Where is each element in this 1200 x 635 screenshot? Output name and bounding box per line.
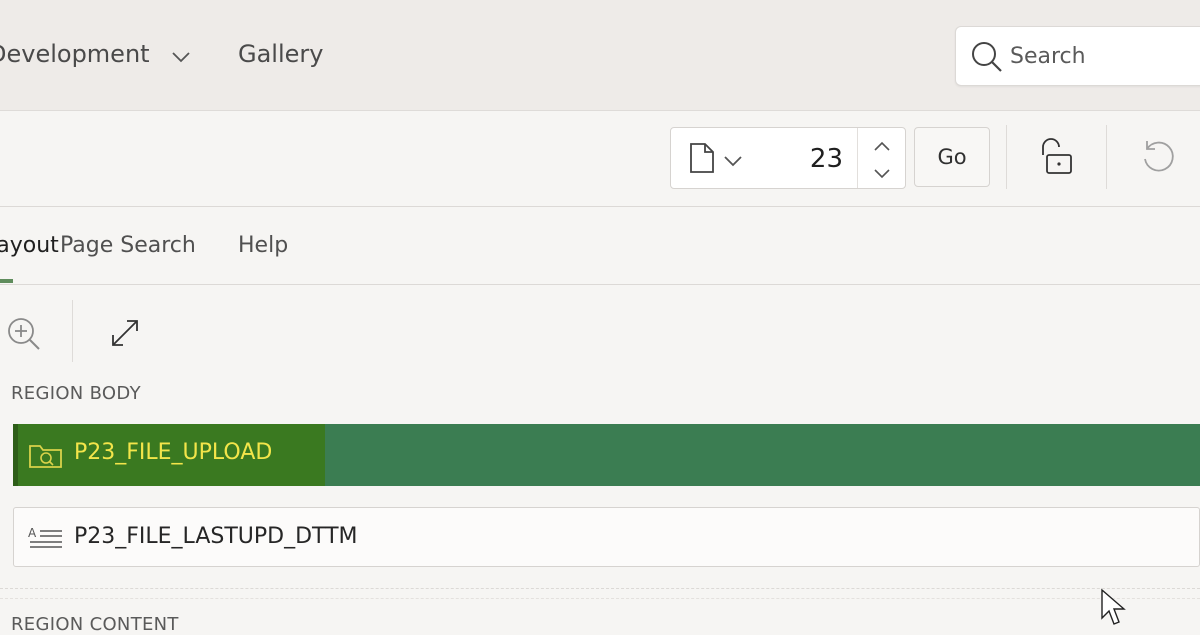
tab-layout[interactable]: Layout <box>0 233 59 258</box>
nav-development-label: Development <box>0 40 150 68</box>
region-body-label: REGION BODY <box>11 383 141 404</box>
nav-menu-development[interactable]: Development <box>0 40 191 69</box>
page-number-stepper[interactable] <box>857 128 906 188</box>
undo-button[interactable] <box>1132 133 1186 183</box>
zoom-in-icon <box>6 318 42 356</box>
top-navigation-bar: Development Gallery <box>0 0 1200 111</box>
mouse-pointer-icon <box>1100 588 1128 632</box>
toolbar-divider <box>1106 125 1107 189</box>
active-tab-indicator <box>0 279 13 283</box>
search-icon <box>970 40 1004 78</box>
page-number-input[interactable] <box>759 138 845 180</box>
text-field-icon: A <box>28 525 64 555</box>
zoom-in-button[interactable] <box>6 316 42 356</box>
nav-menu-gallery[interactable]: Gallery <box>238 40 323 68</box>
page-item-file-upload[interactable]: P23_FILE_UPLOAD <box>13 424 325 486</box>
tab-page-search[interactable]: Page Search <box>60 233 196 258</box>
region-content-label: REGION CONTENT <box>11 614 179 635</box>
chevron-down-icon[interactable] <box>874 164 890 183</box>
page-item-file-lastupd-dttm[interactable]: A P23_FILE_LASTUPD_DTTM <box>13 507 1200 567</box>
lock-button[interactable] <box>1030 133 1084 183</box>
designer-tabs: Layout Page Search Help <box>0 207 1200 285</box>
file-browse-icon <box>28 442 64 474</box>
region-divider <box>0 598 1200 599</box>
page-toolbar: Go <box>0 111 1200 207</box>
chevron-down-icon <box>171 41 191 69</box>
tab-help[interactable]: Help <box>238 233 288 258</box>
nav-gallery-label: Gallery <box>238 40 324 68</box>
page-item-label: P23_FILE_UPLOAD <box>74 440 273 465</box>
search-input[interactable] <box>1008 37 1200 75</box>
page-icon <box>689 142 715 178</box>
chevron-up-icon[interactable] <box>874 136 890 155</box>
expand-icon <box>108 320 142 354</box>
region-body-drop-zone[interactable]: P23_FILE_UPLOAD <box>13 424 1200 486</box>
expand-button[interactable] <box>108 316 142 354</box>
page-selector[interactable] <box>670 127 906 189</box>
undo-icon <box>1132 141 1179 181</box>
unlock-icon <box>1030 138 1077 181</box>
svg-text:A: A <box>28 526 37 540</box>
page-item-label: P23_FILE_LASTUPD_DTTM <box>74 524 358 549</box>
search-box[interactable] <box>955 26 1200 86</box>
region-divider <box>0 588 1200 589</box>
layout-tools-divider <box>72 300 73 362</box>
chevron-down-icon[interactable] <box>723 152 743 171</box>
toolbar-divider <box>1006 125 1007 189</box>
go-button[interactable]: Go <box>914 127 990 187</box>
